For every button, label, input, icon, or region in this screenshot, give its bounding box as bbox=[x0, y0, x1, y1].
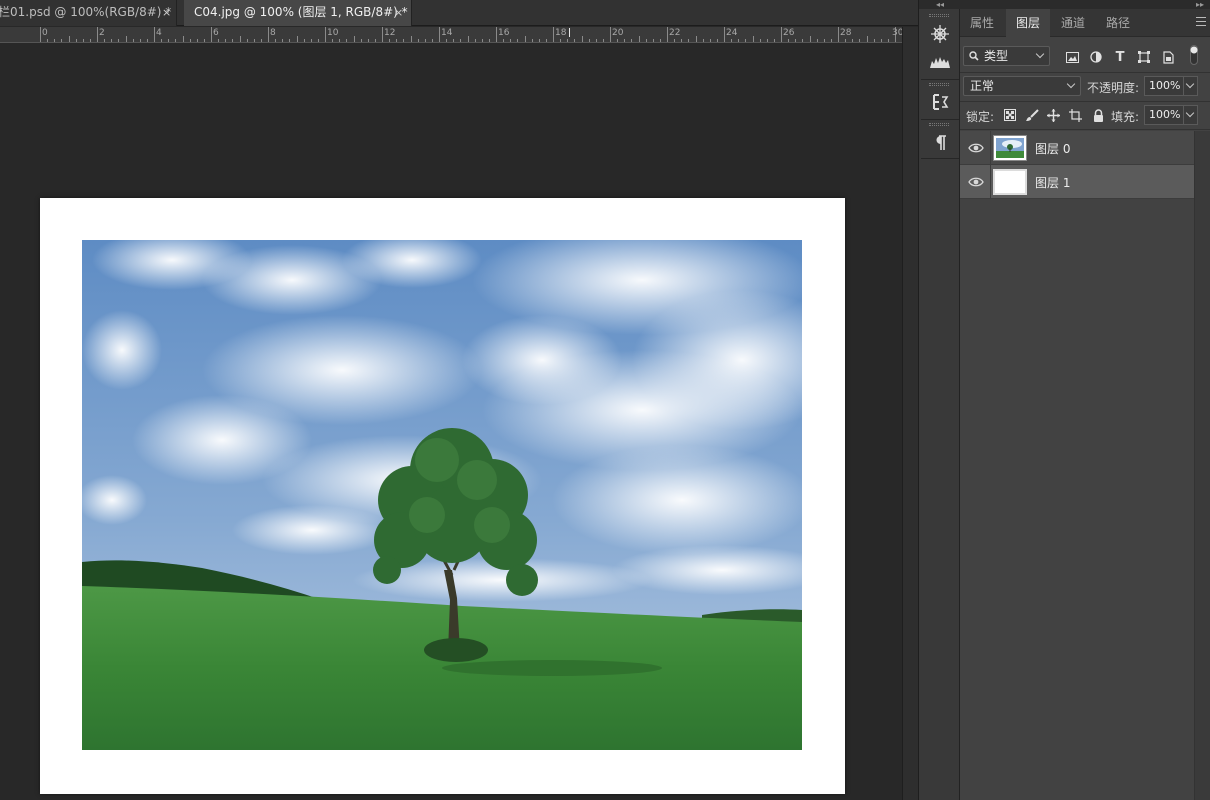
layer-name: 图层 0 bbox=[1035, 142, 1071, 156]
ruler-label: 28 bbox=[840, 28, 852, 38]
layer-thumbnail bbox=[993, 169, 1027, 195]
ruler-label: 8 bbox=[270, 28, 276, 38]
strip-separator bbox=[921, 79, 959, 80]
filter-toggle-icon[interactable] bbox=[1185, 45, 1203, 65]
layer-row-0[interactable]: 图层 0 bbox=[960, 131, 1194, 165]
fill-dropdown-icon[interactable] bbox=[1184, 105, 1198, 125]
strip-grip[interactable] bbox=[929, 123, 949, 126]
ruler-label: 14 bbox=[441, 28, 453, 38]
blend-mode-select[interactable]: 正常 bbox=[963, 76, 1081, 96]
strip-grip[interactable] bbox=[929, 14, 949, 17]
paragraph-icon[interactable] bbox=[927, 131, 953, 155]
smart-object-filter-icon[interactable] bbox=[1159, 48, 1177, 66]
ruler-label: 6 bbox=[213, 28, 219, 38]
layers-scrollbar[interactable] bbox=[1194, 131, 1210, 800]
chevron-down-icon bbox=[1035, 49, 1045, 59]
layer-separator bbox=[990, 131, 991, 165]
canvas-vertical-scrollbar[interactable] bbox=[902, 27, 918, 800]
lock-label: 锁定: bbox=[966, 110, 995, 124]
search-icon bbox=[969, 51, 979, 61]
document-tab-bar: 栏01.psd @ 100%(RGB/8#) * × C04.jpg @ 100… bbox=[0, 0, 918, 26]
histogram-icon[interactable] bbox=[927, 50, 953, 74]
navigator-icon[interactable] bbox=[927, 22, 953, 46]
ruler-label: 20 bbox=[612, 28, 624, 38]
blend-row: 正常 不透明度: 100% bbox=[960, 74, 1210, 100]
ruler-label: 16 bbox=[498, 28, 510, 38]
lock-artboard-icon[interactable] bbox=[1066, 106, 1084, 124]
adjustment-filter-icon[interactable] bbox=[1087, 48, 1105, 66]
collapse-strip-icon[interactable]: ◂◂ bbox=[919, 0, 961, 9]
tab-paths[interactable]: 路径 bbox=[1096, 9, 1140, 37]
document-tab-title: C04.jpg @ 100% (图层 1, RGB/8#) * bbox=[194, 5, 408, 19]
panel-tab-bar: 属性 图层 通道 路径 bbox=[960, 9, 1210, 37]
layer-row-1[interactable]: 图层 1 bbox=[960, 165, 1194, 199]
lock-image-pixels-icon[interactable] bbox=[1023, 106, 1041, 124]
blend-mode-value: 正常 bbox=[970, 79, 995, 93]
document-tab-0[interactable]: 栏01.psd @ 100%(RGB/8#) * × bbox=[0, 0, 177, 26]
divider bbox=[960, 72, 1210, 73]
tab-channels[interactable]: 通道 bbox=[1051, 9, 1095, 37]
ruler-label: 12 bbox=[384, 28, 396, 38]
chevron-down-icon bbox=[1066, 79, 1076, 89]
lock-all-icon[interactable] bbox=[1089, 106, 1107, 124]
horizontal-ruler[interactable]: 0 2 4 6 8 10 12 14 16 18 20 22 24 26 28 … bbox=[0, 27, 902, 43]
layer-name: 图层 1 bbox=[1035, 176, 1071, 190]
filter-kind-select[interactable]: 类型 bbox=[963, 46, 1050, 66]
ruler-label: 26 bbox=[783, 28, 795, 38]
fill-label: 填充: bbox=[1111, 110, 1140, 124]
character-styles-icon[interactable] bbox=[927, 90, 953, 114]
lock-transparent-pixels-icon[interactable] bbox=[1001, 106, 1019, 124]
tab-layers[interactable]: 图层 bbox=[1006, 9, 1050, 37]
fill-field[interactable]: 100% bbox=[1144, 105, 1184, 125]
opacity-label: 不透明度: bbox=[1087, 81, 1140, 95]
ruler-label: 22 bbox=[669, 28, 681, 38]
lock-row: 锁定: 填充: 100% bbox=[960, 102, 1210, 128]
ruler-label: 24 bbox=[726, 28, 738, 38]
image-filter-icon[interactable] bbox=[1063, 48, 1081, 66]
layers-panel: ▸▸ 属性 图层 通道 路径 类型 T 正常 不透明度: 100% 锁定: 填充… bbox=[960, 0, 1210, 800]
close-tab-icon[interactable]: × bbox=[394, 0, 403, 25]
opacity-field[interactable]: 100% bbox=[1144, 76, 1184, 96]
document-canvas[interactable] bbox=[40, 198, 845, 794]
cursor-position-marker bbox=[569, 28, 570, 37]
layer-filter-row: 类型 T bbox=[960, 44, 1210, 70]
divider bbox=[960, 129, 1210, 130]
ruler-label: 18 bbox=[555, 28, 567, 38]
lock-position-icon[interactable] bbox=[1044, 106, 1062, 124]
strip-separator bbox=[921, 119, 959, 120]
type-filter-icon[interactable]: T bbox=[1111, 48, 1129, 66]
opacity-dropdown-icon[interactable] bbox=[1184, 76, 1198, 96]
ruler-label: 10 bbox=[327, 28, 339, 38]
landscape-photo bbox=[82, 240, 802, 750]
tab-properties[interactable]: 属性 bbox=[960, 9, 1004, 37]
ruler-label: 2 bbox=[99, 28, 105, 38]
collapse-panel-icon[interactable]: ▸▸ bbox=[960, 0, 1210, 9]
document-tab-title: 栏01.psd @ 100%(RGB/8#) * bbox=[0, 5, 172, 19]
strip-grip[interactable] bbox=[929, 83, 949, 86]
layer-separator bbox=[990, 165, 991, 199]
canvas-area[interactable] bbox=[0, 44, 902, 800]
close-tab-icon[interactable]: × bbox=[162, 0, 171, 25]
document-tab-1[interactable]: C04.jpg @ 100% (图层 1, RGB/8#) * × bbox=[184, 0, 412, 26]
eye-icon[interactable] bbox=[968, 141, 984, 155]
strip-separator bbox=[921, 158, 959, 159]
eye-icon[interactable] bbox=[968, 175, 984, 189]
ruler-label: 0 bbox=[42, 28, 48, 38]
layer-thumbnail bbox=[993, 135, 1027, 161]
shape-filter-icon[interactable] bbox=[1135, 48, 1153, 66]
filter-kind-label: 类型 bbox=[984, 49, 1009, 63]
ruler-label: 30 bbox=[892, 28, 902, 38]
ruler-label: 4 bbox=[156, 28, 162, 38]
panel-icon-strip: ◂◂ bbox=[918, 0, 961, 800]
panel-menu-icon[interactable] bbox=[1196, 17, 1206, 26]
